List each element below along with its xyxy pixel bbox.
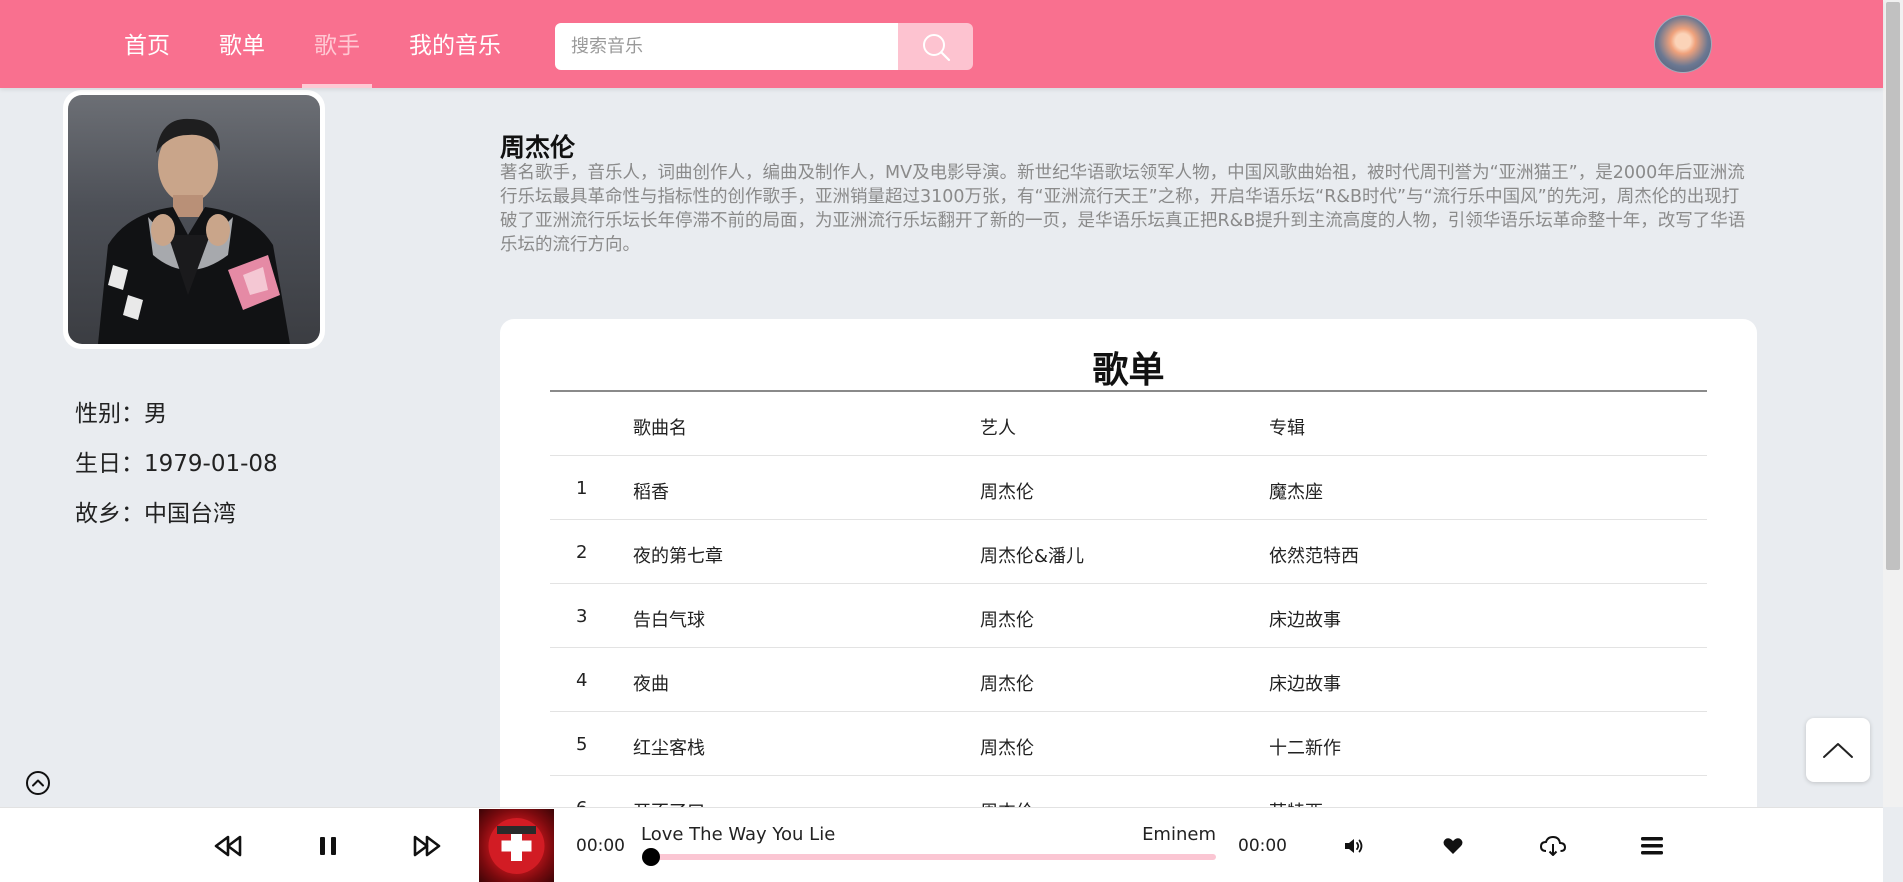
row-index: 5 [576,734,588,755]
row-index: 4 [576,670,588,691]
like-button[interactable] [1435,828,1471,864]
table-row[interactable]: 3 告白气球 周杰伦 床边故事 [550,584,1707,648]
row-album[interactable]: 依然范特西 [1269,542,1359,568]
back-to-top-button[interactable] [1806,718,1870,782]
volume-icon [1345,839,1363,853]
songlist-title: 歌单 [1092,350,1165,391]
album-cover[interactable] [479,809,554,882]
row-artist[interactable]: 周杰伦 [980,478,1034,504]
pause-button[interactable] [310,828,346,864]
music-player-bar: 00:00 Love The Way You Lie Eminem 00:00 [0,807,1883,882]
table-row[interactable]: 2 夜的第七章 周杰伦&潘儿 依然范特西 [550,520,1707,584]
row-artist[interactable]: 周杰伦 [980,606,1034,632]
row-song-name[interactable]: 告白气球 [633,606,705,632]
current-time: 00:00 [576,836,625,856]
row-artist[interactable]: 周杰伦 [980,734,1034,760]
birthday-info: 生日：1979-01-08 [75,444,278,478]
heart-icon [1443,838,1463,854]
row-album[interactable]: 魔杰座 [1269,478,1323,504]
row-index: 2 [576,542,588,563]
table-row[interactable]: 1 稻香 周杰伦 魔杰座 [550,456,1707,520]
rewind-button[interactable] [210,828,246,864]
hometown-value: 中国台湾 [144,501,236,527]
header-album: 专辑 [1269,418,1305,439]
now-playing-artist: Eminem [1142,824,1216,845]
gender-info: 性别：男 [75,394,167,428]
user-avatar[interactable] [1654,15,1712,73]
songlist-card: 歌单 歌曲名 艺人 专辑 1 稻香 周杰伦 魔杰座 2 夜的第七章 周杰伦&潘儿… [500,319,1757,882]
progress-bar[interactable] [649,854,1216,860]
row-song-name[interactable]: 夜曲 [633,670,669,696]
top-navigation-bar: 首页 歌单 歌手 我的音乐 [0,0,1883,88]
artist-photo [68,95,320,344]
row-album[interactable]: 床边故事 [1269,606,1341,632]
cloud-download-icon [1539,835,1567,856]
nav-home[interactable]: 首页 [124,26,170,60]
nav-my-music[interactable]: 我的音乐 [409,26,501,60]
row-index: 1 [576,478,588,499]
chevron-up-icon [1823,743,1853,758]
artist-portrait-image [98,118,290,344]
search-icon [922,33,950,61]
header-artist: 艺人 [980,418,1016,439]
header-song-name: 歌曲名 [633,418,687,439]
page-scrollbar[interactable] [1883,0,1903,807]
now-playing-title: Love The Way You Lie [641,824,836,845]
scrollbar-thumb[interactable] [1886,2,1900,570]
birthday-value: 1979-01-08 [144,451,278,477]
gender-label: 性别： [75,401,144,427]
album-cover-art [488,818,545,874]
artist-photo-frame [63,90,325,349]
active-nav-indicator [302,84,372,88]
collapse-up-icon[interactable] [25,770,51,796]
artist-name: 周杰伦 [500,133,576,162]
search-button[interactable] [898,23,973,70]
artist-description: 著名歌手，音乐人，词曲创作人，编曲及制作人，MV及电影导演。新世纪华语歌坛领军人… [500,163,1746,255]
row-artist[interactable]: 周杰伦 [980,670,1034,696]
fast-forward-button[interactable] [409,828,445,864]
table-header-row: 歌曲名 艺人 专辑 [550,392,1707,456]
total-time: 00:00 [1238,836,1287,856]
nav-playlists[interactable]: 歌单 [219,26,265,60]
rewind-icon [214,835,242,857]
birthday-label: 生日： [75,451,144,477]
row-album[interactable]: 床边故事 [1269,670,1341,696]
fast-forward-icon [413,835,441,857]
gender-value: 男 [144,401,167,427]
row-index: 3 [576,606,588,627]
playlist-menu-button[interactable] [1634,828,1670,864]
row-song-name[interactable]: 红尘客栈 [633,734,705,760]
search-input[interactable] [555,23,898,70]
row-artist[interactable]: 周杰伦&潘儿 [980,542,1084,568]
table-row[interactable]: 5 红尘客栈 周杰伦 十二新作 [550,712,1707,776]
nav-singers[interactable]: 歌手 [314,26,360,60]
progress-handle[interactable] [642,848,660,866]
download-button[interactable] [1535,828,1571,864]
volume-button[interactable] [1336,828,1372,864]
pause-icon [320,837,336,855]
table-row[interactable]: 4 夜曲 周杰伦 床边故事 [550,648,1707,712]
menu-icon [1641,837,1663,855]
row-album[interactable]: 十二新作 [1269,734,1341,760]
hometown-info: 故乡：中国台湾 [75,494,236,528]
hometown-label: 故乡： [75,501,144,527]
row-song-name[interactable]: 夜的第七章 [633,542,723,568]
row-song-name[interactable]: 稻香 [633,478,669,504]
